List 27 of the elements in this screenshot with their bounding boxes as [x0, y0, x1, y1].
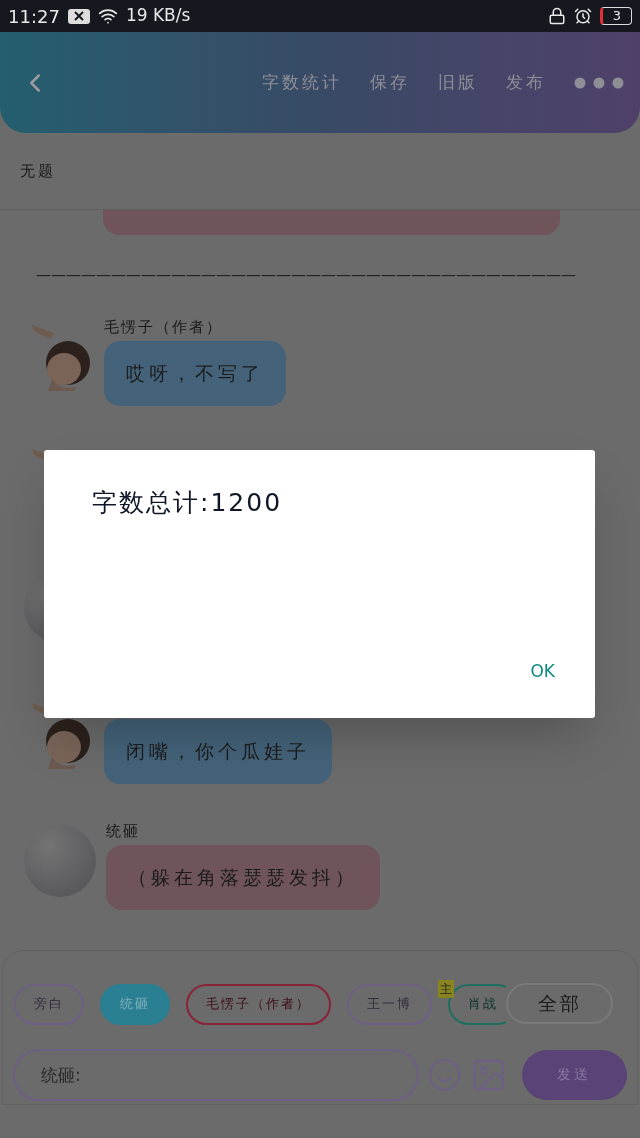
notification-icon [67, 8, 90, 24]
battery-level: 3 [600, 7, 632, 25]
document-title: 无题 [20, 160, 56, 182]
role-chip[interactable]: 旁白 [14, 983, 84, 1025]
role-chip[interactable]: 统砸 [100, 983, 170, 1025]
header-action[interactable]: 字数统计 [262, 69, 342, 96]
message-bubble: 哎呀，不写了 [104, 341, 286, 406]
more-icon[interactable] [574, 76, 624, 89]
message-input[interactable]: 统砸: [13, 1048, 420, 1101]
sender-name: 统砸 [106, 822, 140, 840]
network-speed: 19 KB/s [125, 4, 191, 28]
wifi-icon [97, 6, 118, 26]
role-chip[interactable]: 毛愣子（作者） [186, 983, 331, 1025]
message-bubble: （躲在角落瑟瑟发抖） [106, 845, 380, 910]
header-action[interactable]: 发布 [506, 69, 546, 96]
ok-button[interactable]: OK [518, 658, 567, 684]
lock-icon [548, 7, 566, 25]
message-bubble: 闭嘴，你个瓜娃子 [104, 719, 332, 784]
sender-name: 毛愣子（作者） [104, 318, 223, 336]
alarm-icon [574, 7, 592, 25]
main-badge: 主 [438, 979, 454, 998]
divider-text: ———————————————————————————————————— [36, 264, 576, 286]
header-action[interactable]: 旧版 [438, 69, 478, 96]
dialog-message: 字数总计:1200 [92, 487, 284, 519]
header-action[interactable]: 保存 [370, 69, 410, 96]
status-time: 11:27 [8, 4, 60, 29]
all-button[interactable]: 全部 [506, 982, 613, 1024]
